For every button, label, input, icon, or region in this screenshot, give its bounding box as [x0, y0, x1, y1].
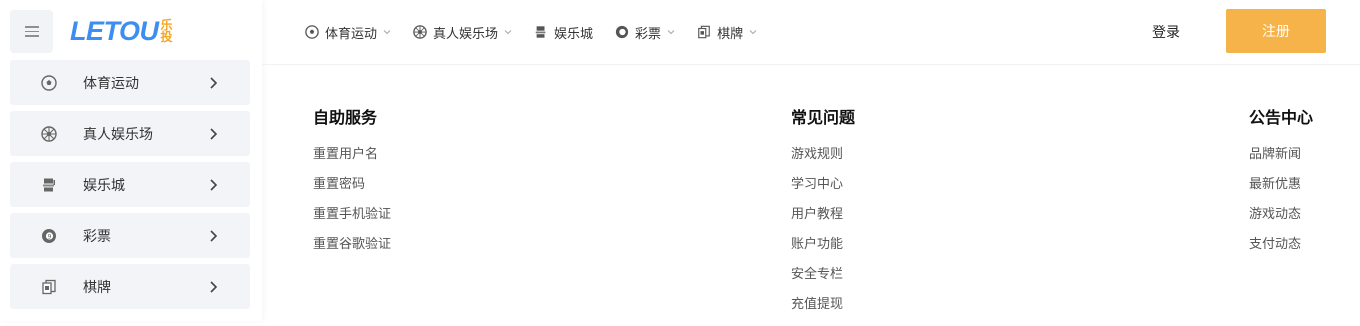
announcements-column: 公告中心 品牌新闻 最新优惠 游戏动态 支付动态	[1249, 108, 1313, 266]
chevron-right-icon	[210, 280, 218, 293]
sidebar-item-sports[interactable]: 体育运动	[10, 60, 250, 105]
roulette-icon	[40, 125, 58, 143]
column-title: 自助服务	[313, 108, 378, 127]
nav-item-label: 棋牌	[717, 26, 744, 42]
sidebar-item-board-games[interactable]: 棋牌	[10, 264, 250, 309]
sidebar-item-label: 棋牌	[83, 279, 111, 296]
nav-item-sports[interactable]: 体育运动	[305, 23, 391, 42]
lottery-ball-icon: 9	[40, 227, 58, 245]
sidebar-item-live-casino[interactable]: 真人娱乐场	[10, 111, 250, 156]
column-title: 公告中心	[1249, 108, 1314, 127]
sidebar-item-lottery[interactable]: 9 彩票	[10, 213, 250, 258]
sidebar-item-label: 彩票	[83, 228, 111, 245]
chevron-down-icon	[383, 30, 391, 35]
menu-toggle-button[interactable]	[10, 10, 53, 53]
chevron-right-icon	[210, 229, 218, 242]
nav-item-label: 体育运动	[325, 26, 378, 42]
nav-item-label: 真人娱乐场	[433, 26, 499, 42]
slot-machine-icon	[40, 176, 58, 194]
link-account-features[interactable]: 账户功能	[791, 236, 855, 266]
cards-icon	[697, 25, 711, 39]
chevron-right-icon	[210, 127, 218, 140]
chevron-down-icon	[749, 30, 757, 35]
top-navigation: 体育运动 真人娱乐场 娱乐城 彩票 棋牌	[305, 20, 779, 44]
link-security-column[interactable]: 安全专栏	[791, 266, 855, 296]
register-button[interactable]: 注册	[1226, 9, 1326, 53]
soccer-ball-icon	[305, 25, 319, 39]
sidebar-item-label: 真人娱乐场	[83, 126, 153, 143]
nav-item-label: 彩票	[635, 26, 662, 42]
cards-icon	[40, 278, 58, 296]
sidebar-item-label: 体育运动	[83, 75, 139, 92]
nav-item-lottery[interactable]: 彩票	[615, 23, 675, 42]
sidebar-item-casino[interactable]: 娱乐城	[10, 162, 250, 207]
link-reset-phone-verification[interactable]: 重置手机验证	[313, 206, 391, 236]
sidebar-item-label: 娱乐城	[83, 177, 125, 194]
link-reset-username[interactable]: 重置用户名	[313, 146, 391, 176]
nav-item-board-games[interactable]: 棋牌	[697, 23, 757, 42]
nav-item-live-casino[interactable]: 真人娱乐场	[413, 23, 512, 42]
link-payment-news[interactable]: 支付动态	[1249, 236, 1313, 266]
svg-text:9: 9	[48, 233, 52, 240]
link-brand-news[interactable]: 品牌新闻	[1249, 146, 1313, 176]
link-user-tutorial[interactable]: 用户教程	[791, 206, 855, 236]
sidebar: LETOU 乐 投 体育运动 真人娱乐场 娱乐城 9 彩票 棋牌	[0, 0, 262, 321]
chevron-down-icon	[504, 30, 512, 35]
faq-column: 常见问题 游戏规则 学习中心 用户教程 账户功能 安全专栏 充值提现	[791, 108, 855, 326]
link-reset-google-verification[interactable]: 重置谷歌验证	[313, 236, 391, 266]
letou-logo[interactable]: LETOU 乐 投	[70, 14, 173, 48]
roulette-icon	[413, 25, 427, 39]
nav-item-casino[interactable]: 娱乐城	[534, 23, 593, 42]
chevron-right-icon	[210, 76, 218, 89]
slot-machine-icon	[534, 25, 548, 39]
lottery-ball-icon	[615, 25, 629, 39]
link-game-news[interactable]: 游戏动态	[1249, 206, 1313, 236]
column-title: 常见问题	[791, 108, 856, 127]
hamburger-icon	[24, 23, 39, 40]
login-button[interactable]: 登录	[1152, 22, 1180, 42]
sidebar-menu: 体育运动 真人娱乐场 娱乐城 9 彩票 棋牌	[10, 60, 250, 315]
self-service-column: 自助服务 重置用户名 重置密码 重置手机验证 重置谷歌验证	[313, 108, 391, 266]
nav-item-label: 娱乐城	[554, 26, 594, 42]
chevron-right-icon	[210, 178, 218, 191]
link-latest-offers[interactable]: 最新优惠	[1249, 176, 1313, 206]
header-divider	[262, 64, 1360, 65]
chevron-down-icon	[667, 30, 675, 35]
link-deposit-withdraw[interactable]: 充值提现	[791, 296, 855, 326]
link-game-rules[interactable]: 游戏规则	[791, 146, 855, 176]
link-reset-password[interactable]: 重置密码	[313, 176, 391, 206]
link-learning-center[interactable]: 学习中心	[791, 176, 855, 206]
soccer-ball-icon	[40, 74, 58, 92]
